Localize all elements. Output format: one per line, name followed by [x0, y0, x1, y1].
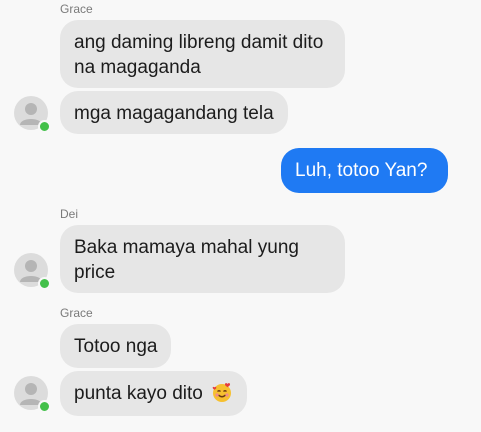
online-status-dot — [38, 120, 51, 133]
message-text: Luh, totoo Yan? — [295, 160, 428, 181]
sender-name: Grace — [60, 2, 93, 16]
message-bubble[interactable]: punta kayo dito — [60, 371, 248, 416]
message-bubble[interactable]: Totoo nga — [60, 324, 172, 368]
message-line: ang daming libreng damit dito — [74, 32, 324, 53]
message-text: Totoo nga — [74, 336, 158, 357]
sender-name: Grace — [60, 306, 93, 320]
message-line: Baka mamaya mahal yung — [74, 237, 299, 258]
message-text: punta kayo dito — [74, 383, 203, 404]
message-bubble[interactable]: mga magagandang tela — [60, 91, 288, 134]
message-bubble[interactable]: ang daming libreng damit dito na magagan… — [60, 20, 345, 88]
online-status-dot — [38, 400, 51, 413]
message-text: mga magagandang tela — [74, 103, 274, 124]
avatar[interactable] — [14, 253, 51, 290]
smiling-face-with-hearts-icon — [211, 381, 233, 410]
online-status-dot — [38, 277, 51, 290]
message-bubble-outgoing[interactable]: Luh, totoo Yan? — [281, 148, 448, 193]
avatar[interactable] — [14, 376, 51, 413]
message-bubble[interactable]: Baka mamaya mahal yung price — [60, 225, 345, 293]
message-line: na magaganda — [74, 57, 201, 78]
sender-name: Dei — [60, 207, 79, 221]
chat-thread: Grace ang daming libreng damit dito na m… — [0, 0, 481, 432]
message-line: price — [74, 262, 116, 283]
avatar[interactable] — [14, 96, 51, 133]
